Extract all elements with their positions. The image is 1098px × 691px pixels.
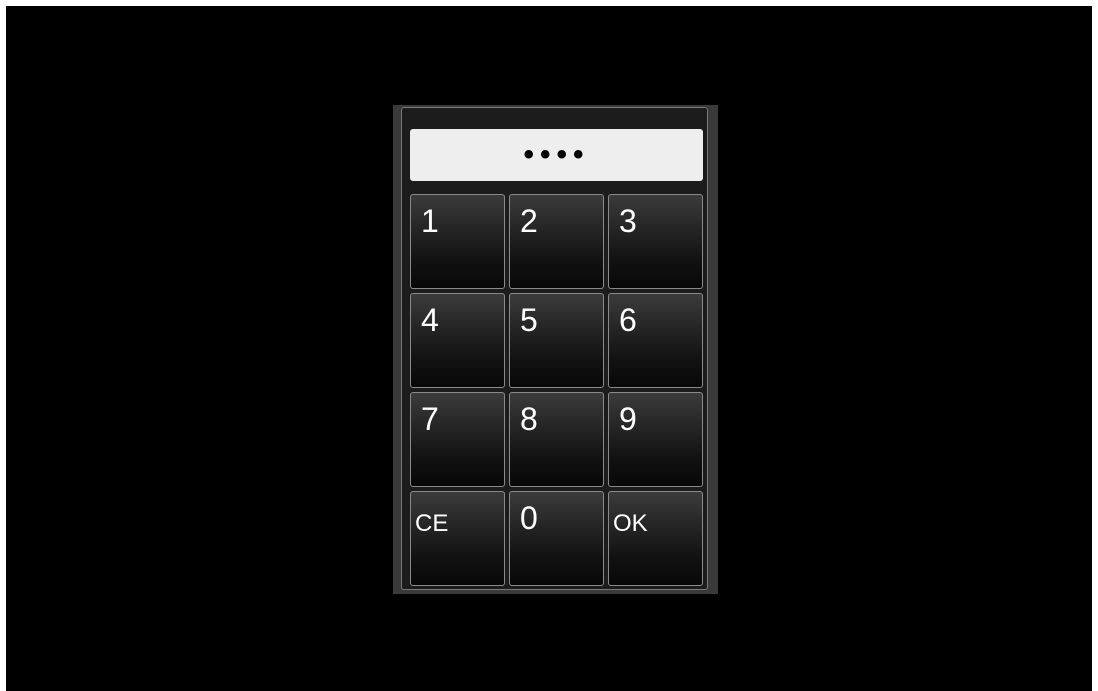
key-3-button[interactable]: 3	[608, 194, 703, 289]
key-9-button[interactable]: 9	[608, 392, 703, 487]
ok-label: OK	[613, 510, 648, 537]
pin-entry-display[interactable]: ••••	[410, 129, 703, 181]
keypad-frame: •••• 1 2 3 4 5 6 7 8 9 CE 0 OK	[393, 105, 718, 594]
key-1-label: 1	[421, 203, 439, 239]
key-3-label: 3	[619, 203, 637, 239]
key-8-label: 8	[520, 401, 538, 437]
key-9-label: 9	[619, 401, 637, 437]
pin-keypad: •••• 1 2 3 4 5 6 7 8 9 CE 0 OK	[401, 107, 708, 590]
key-2-label: 2	[520, 203, 538, 239]
key-8-button[interactable]: 8	[509, 392, 604, 487]
clear-entry-button[interactable]: CE	[410, 491, 505, 586]
key-5-button[interactable]: 5	[509, 293, 604, 388]
key-0-label: 0	[520, 500, 538, 536]
key-6-label: 6	[619, 302, 637, 338]
key-1-button[interactable]: 1	[410, 194, 505, 289]
key-7-label: 7	[421, 401, 439, 437]
clear-entry-label: CE	[415, 510, 449, 537]
key-5-label: 5	[520, 302, 538, 338]
screen-background: •••• 1 2 3 4 5 6 7 8 9 CE 0 OK	[6, 6, 1092, 691]
key-2-button[interactable]: 2	[509, 194, 604, 289]
key-0-button[interactable]: 0	[509, 491, 604, 586]
ok-button[interactable]: OK	[608, 491, 703, 586]
key-4-label: 4	[421, 302, 439, 338]
key-7-button[interactable]: 7	[410, 392, 505, 487]
key-6-button[interactable]: 6	[608, 293, 703, 388]
key-4-button[interactable]: 4	[410, 293, 505, 388]
